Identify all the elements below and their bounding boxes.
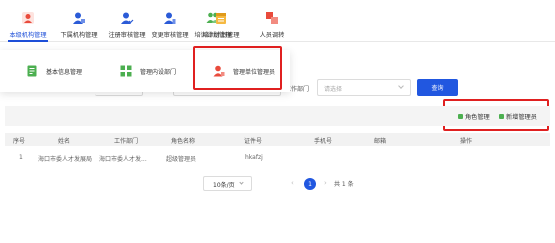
chevron-down-icon <box>398 83 404 89</box>
th-index: 序号 <box>13 138 26 145</box>
current-page[interactable]: 1 <box>304 178 316 190</box>
org-icon <box>22 12 34 24</box>
th-actions: 操作 <box>460 138 473 145</box>
top-nav: 本级机构管理 下属机构管理 注册审核管理 变更审核管理 培训计划管理 培训计划管… <box>0 0 555 42</box>
user-icon <box>73 12 85 24</box>
nav-label: 变更审核管理 <box>151 32 189 39</box>
highlight-box-unit-admin <box>193 46 282 90</box>
add-admin-label: 新增管理员 <box>506 114 537 121</box>
th-dept: 工作部门 <box>114 138 139 145</box>
role-manage-button[interactable]: 角色管理 <box>458 112 490 121</box>
user-edit-icon <box>164 12 176 24</box>
cell-index: 1 <box>19 154 23 161</box>
nav-label: 下属机构管理 <box>60 32 98 39</box>
page-size-select[interactable]: 10条/页 <box>203 176 252 191</box>
th-phone: 手机号 <box>314 138 333 145</box>
page: 本级机构管理 下属机构管理 注册审核管理 变更审核管理 培训计划管理 培训计划管… <box>0 0 555 243</box>
dept-select[interactable]: 请选择 <box>317 79 411 96</box>
cell-name: 海口市委人才发展局 <box>38 156 93 163</box>
dd-label: 管理内设部门 <box>140 68 177 76</box>
th-role: 角色名称 <box>171 138 196 145</box>
query-button[interactable]: 查询 <box>417 79 458 96</box>
calendar-icon <box>216 13 226 24</box>
nav-label: 本级机构管理 <box>9 32 47 39</box>
nav-label: 培训计划管理 <box>202 32 240 39</box>
total-count: 共 1 条 <box>334 181 354 188</box>
prev-page-icon[interactable]: ‹ <box>291 179 294 187</box>
th-email: 邮箱 <box>374 138 387 145</box>
grid-icon <box>120 65 132 77</box>
cell-id: hkafzj <box>245 154 263 161</box>
chevron-down-icon <box>239 180 244 185</box>
dd-label: 基本信息管理 <box>46 68 83 76</box>
transfer-icon <box>266 12 278 24</box>
add-icon <box>499 114 504 119</box>
dept-placeholder: 请选择 <box>324 86 343 93</box>
cell-dept: 海口市委人才发... <box>99 156 147 163</box>
nav-item-training-plan[interactable]: 培训计划管理 <box>201 0 241 42</box>
page-size-label: 10条/页 <box>213 182 235 189</box>
nav-item-personnel-transfer[interactable]: 人员调转 <box>252 0 292 42</box>
nav-item-org-manage[interactable]: 本级机构管理 <box>8 0 48 42</box>
dd-item-internal-dept[interactable]: 管理内设部门 <box>120 62 176 80</box>
nav-item-change-review[interactable]: 变更审核管理 <box>150 0 190 42</box>
role-manage-label: 角色管理 <box>465 114 490 121</box>
nav-item-register-review[interactable]: 注册审核管理 <box>107 0 147 42</box>
cell-role: 超级管理员 <box>166 156 197 163</box>
add-admin-button[interactable]: 新增管理员 <box>499 112 537 121</box>
nav-item-sub-org[interactable]: 下属机构管理 <box>59 0 99 42</box>
nav-label: 人员调转 <box>259 32 285 39</box>
role-icon <box>458 114 463 119</box>
nav-label: 注册审核管理 <box>108 32 146 39</box>
dd-item-basic-info[interactable]: 基本信息管理 <box>26 62 82 80</box>
user-check-icon <box>121 12 134 24</box>
th-id: 证件号 <box>244 138 263 145</box>
th-name: 姓名 <box>58 138 71 145</box>
next-page-icon[interactable]: › <box>324 179 327 187</box>
document-icon <box>27 65 37 77</box>
